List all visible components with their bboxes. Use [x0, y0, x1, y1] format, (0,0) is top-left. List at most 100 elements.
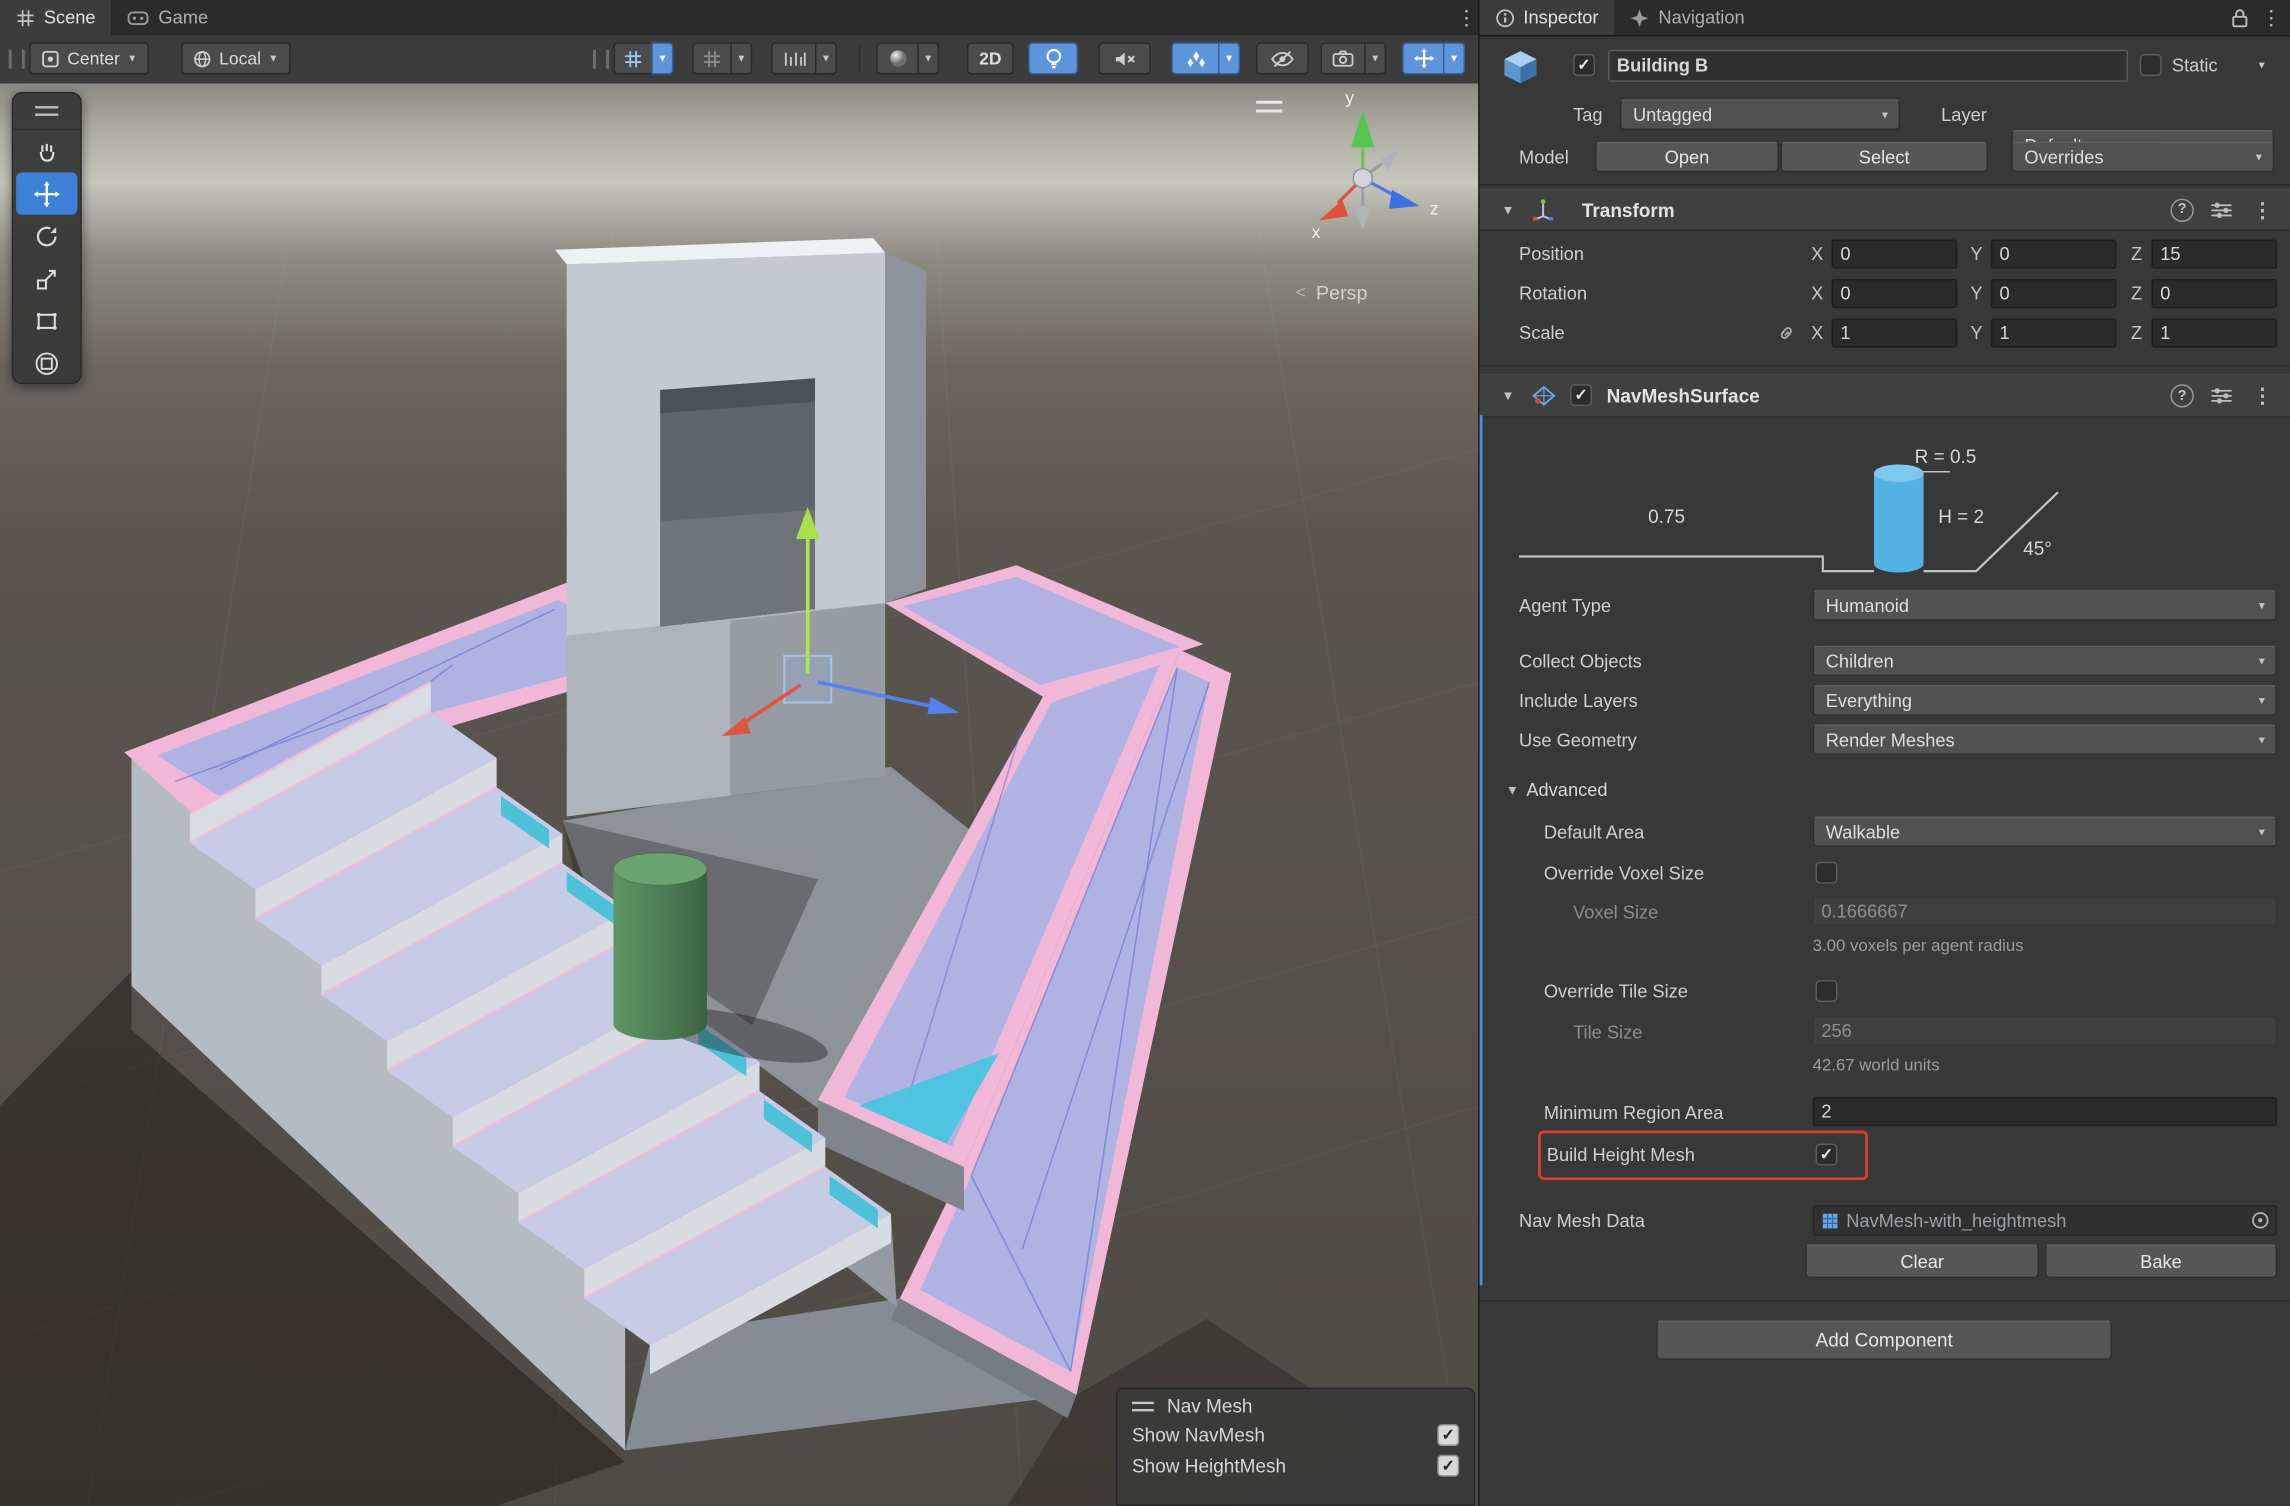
axis-x-label: x	[1312, 222, 1321, 242]
include-layers-dropdown[interactable]: Everything▼	[1813, 685, 2277, 716]
foldout-icon[interactable]: ▼	[1501, 389, 1514, 404]
nav-mesh-data-field[interactable]: NavMesh-with_heightmesh	[1813, 1205, 2277, 1236]
show-heightmesh-checkbox[interactable]: ✓	[1437, 1455, 1459, 1477]
position-label: Position	[1519, 244, 1584, 264]
override-voxel-size-checkbox[interactable]	[1816, 862, 1838, 884]
pivot-mode-dropdown[interactable]: Center ▼	[29, 42, 149, 74]
transform-header[interactable]: ▼ Transform ? ⋮	[1480, 188, 2290, 230]
override-tile-size-label: Override Tile Size	[1544, 982, 1688, 1002]
advanced-foldout[interactable]: ▼ Advanced	[1480, 774, 2290, 806]
2d-toggle-button[interactable]: 2D	[967, 42, 1014, 74]
override-tile-size-checkbox[interactable]	[1816, 980, 1838, 1002]
overrides-dropdown[interactable]: Overrides▼	[2011, 142, 2274, 173]
navmeshsurface-header[interactable]: ▼ ✓ NavMeshSurface ? ⋮	[1480, 374, 2290, 418]
grid-snap-menu[interactable]: ▼	[730, 42, 752, 74]
tab-scene[interactable]: Scene	[0, 0, 112, 35]
snap-increment-button[interactable]	[771, 42, 815, 74]
orientation-dropdown[interactable]: Local ▼	[181, 42, 290, 74]
gameobject-name-field[interactable]: Building B	[1608, 50, 2128, 82]
chevron-down-icon: ▼	[1880, 111, 1890, 121]
effects-icon	[1185, 49, 1205, 68]
component-menu-icon[interactable]: ⋮	[2249, 386, 2275, 406]
move-gizmo-icon	[1413, 48, 1433, 68]
scene-viewport[interactable]: x y z < Persp	[0, 83, 1480, 1506]
grid-visibility-menu[interactable]: ▼	[651, 42, 673, 74]
gizmos-toggle-button[interactable]	[1402, 42, 1443, 74]
position-z-field[interactable]: 15	[2151, 240, 2277, 269]
position-x-field[interactable]: 0	[1832, 240, 1958, 269]
override-voxel-size-label: Override Voxel Size	[1544, 863, 1704, 883]
tool-rotate[interactable]	[16, 215, 77, 257]
gameobject-enabled-checkbox[interactable]: ✓	[1573, 54, 1595, 76]
scene-tab-menu-icon[interactable]: ⋮	[1453, 0, 1479, 35]
toolbar-drag-handle-2[interactable]	[593, 50, 609, 69]
transform-title: Transform	[1582, 199, 1675, 221]
position-y-field[interactable]: 0	[1991, 240, 2117, 269]
scene-pane: Scene Game ⋮ Center ▼ Local ▼	[0, 0, 1480, 1506]
tool-move[interactable]	[16, 172, 77, 214]
toolbar-drag-handle[interactable]	[9, 50, 25, 69]
inspector-menu-icon[interactable]: ⋮	[2258, 0, 2284, 35]
agent-type-dropdown[interactable]: Humanoid▼	[1813, 590, 2277, 621]
scene-effects-toggle[interactable]	[1171, 42, 1218, 74]
tab-game[interactable]: Game	[112, 0, 225, 35]
advanced-label: Advanced	[1526, 780, 1607, 800]
add-component-button[interactable]: Add Component	[1656, 1320, 2112, 1359]
gizmos-menu[interactable]: ▼	[1443, 42, 1465, 74]
foldout-icon: ▼	[1506, 783, 1519, 798]
presets-icon[interactable]	[2211, 201, 2231, 219]
model-select-button[interactable]: Select	[1780, 142, 1987, 173]
help-icon[interactable]: ?	[2170, 198, 2193, 221]
scene-camera-menu[interactable]: ▼	[1364, 42, 1386, 74]
tool-rect[interactable]	[16, 299, 77, 341]
shading-mode-button[interactable]	[876, 42, 917, 74]
model-open-button[interactable]: Open	[1595, 142, 1779, 173]
axis-z-label: z	[1430, 199, 1439, 219]
static-menu-icon[interactable]: ▼	[2257, 61, 2267, 71]
tab-navigation[interactable]: Navigation	[1615, 0, 1761, 35]
tool-transform[interactable]	[16, 342, 77, 384]
scene-effects-menu[interactable]: ▼	[1218, 42, 1240, 74]
scale-z-field[interactable]: 1	[2151, 318, 2277, 347]
use-geometry-dropdown[interactable]: Render Meshes▼	[1813, 724, 2277, 755]
min-region-area-field[interactable]: 2	[1813, 1097, 2277, 1126]
scene-lighting-toggle[interactable]	[1028, 42, 1078, 74]
static-checkbox[interactable]	[2140, 54, 2162, 76]
bake-button[interactable]: Bake	[2045, 1244, 2277, 1278]
scale-link-icon[interactable]	[1776, 323, 1796, 343]
lock-icon[interactable]	[2230, 7, 2249, 27]
presets-icon[interactable]	[2211, 387, 2231, 405]
help-icon[interactable]: ?	[2170, 384, 2193, 407]
scene-camera-button[interactable]	[1320, 42, 1364, 74]
scene-audio-toggle[interactable]	[1098, 42, 1151, 74]
component-menu-icon[interactable]: ⋮	[2249, 199, 2275, 219]
tab-inspector[interactable]: Inspector	[1480, 0, 1615, 35]
rotation-z-field[interactable]: 0	[2151, 279, 2277, 308]
grid-snap-button[interactable]	[692, 42, 730, 74]
tag-dropdown[interactable]: Untagged▼	[1620, 99, 1900, 130]
rotation-y-field[interactable]: 0	[1991, 279, 2117, 308]
default-area-dropdown[interactable]: Walkable▼	[1813, 816, 2277, 847]
palette-grip-icon[interactable]	[13, 93, 80, 130]
tool-scale[interactable]	[16, 257, 77, 299]
show-navmesh-checkbox[interactable]: ✓	[1437, 1424, 1459, 1446]
voxel-helper-text: 3.00 voxels per agent radius	[1813, 938, 2024, 956]
navmeshsurface-enabled-checkbox[interactable]: ✓	[1570, 384, 1592, 406]
lightbulb-icon	[1044, 48, 1063, 68]
object-picker-icon[interactable]	[2249, 1209, 2271, 1231]
foldout-icon[interactable]: ▼	[1501, 202, 1514, 217]
scale-y-field[interactable]: 1	[1991, 318, 2117, 347]
projection-label[interactable]: Persp	[1316, 282, 1368, 304]
scale-x-field[interactable]: 1	[1832, 318, 1958, 347]
rotation-x-field[interactable]: 0	[1832, 279, 1958, 308]
grid-visibility-button[interactable]	[613, 42, 651, 74]
shading-mode-menu[interactable]: ▼	[917, 42, 939, 74]
collect-objects-dropdown[interactable]: Children▼	[1813, 646, 2277, 677]
panel-menu-icon[interactable]	[1132, 1400, 1154, 1412]
2d-label: 2D	[979, 48, 1001, 68]
tool-hand[interactable]	[16, 130, 77, 172]
clear-button[interactable]: Clear	[1805, 1244, 2039, 1278]
prefab-cube-icon[interactable]	[1500, 47, 1541, 88]
snap-increment-menu[interactable]: ▼	[815, 42, 837, 74]
scene-visibility-toggle[interactable]	[1256, 42, 1309, 74]
